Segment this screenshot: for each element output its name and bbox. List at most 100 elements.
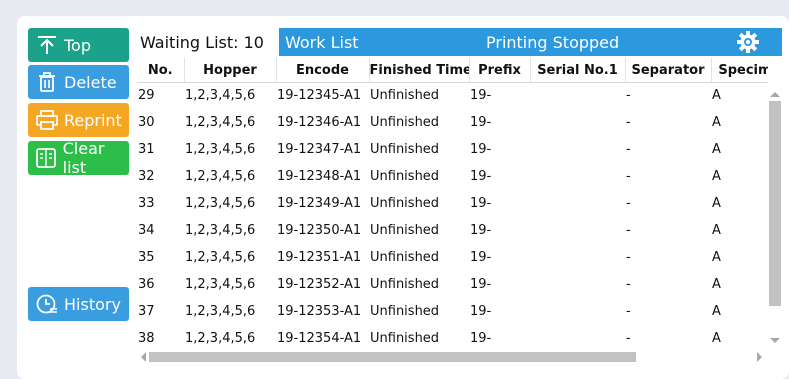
cell-serial-no1	[530, 271, 625, 298]
delete-button[interactable]: Delete	[28, 65, 129, 99]
cell-separator: -	[626, 115, 631, 130]
scroll-down-arrow-icon[interactable]	[769, 337, 781, 345]
cell-specimen: A	[712, 331, 721, 346]
cell-hopper: 1,2,3,4,5,6	[185, 304, 256, 319]
cell-specimen: A	[712, 304, 721, 319]
table-row[interactable]: 32 1,2,3,4,5,6 19-12348-A1 Unfinished 19- - A	[137, 163, 768, 190]
table-row[interactable]: 35 1,2,3,4,5,6 19-12351-A1 Unfinished 19- - A	[137, 244, 768, 271]
cell-separator: -	[626, 331, 631, 346]
cell-prefix: 19-	[470, 115, 492, 130]
cell-finished-time: Unfinished	[370, 88, 440, 103]
cell-specimen: A	[712, 88, 721, 103]
cell-separator: -	[626, 223, 631, 238]
cell-separator: -	[626, 169, 631, 184]
history-label: History	[64, 294, 121, 314]
cell-encode: 19-12350-A1	[277, 223, 362, 238]
table-header-row: No. Hopper Encode Finished Time Prefix S…	[137, 58, 768, 82]
work-list-header: Work List Printing Stopped	[279, 28, 782, 56]
cell-no: 38	[138, 331, 155, 346]
cell-no: 31	[138, 142, 155, 157]
table-row[interactable]: 36 1,2,3,4,5,6 19-12352-A1 Unfinished 19- - A	[137, 271, 768, 298]
cell-no: 34	[138, 223, 155, 238]
cell-prefix: 19-	[470, 142, 492, 157]
gear-icon[interactable]	[737, 31, 759, 53]
cell-no: 33	[138, 196, 155, 211]
cell-specimen: A	[712, 142, 721, 157]
horizontal-scrollbar[interactable]	[137, 349, 768, 363]
cell-encode: 19-12346-A1	[277, 115, 362, 130]
cell-hopper: 1,2,3,4,5,6	[185, 115, 256, 130]
clear-list-button[interactable]: Clear list	[28, 139, 129, 177]
cell-serial-no1	[530, 298, 625, 325]
cell-finished-time: Unfinished	[370, 115, 440, 130]
column-header-encode[interactable]: Encode	[276, 58, 370, 82]
table-row[interactable]: 34 1,2,3,4,5,6 19-12350-A1 Unfinished 19- - A	[137, 217, 768, 244]
reprint-button[interactable]: Reprint	[28, 103, 129, 137]
cell-hopper: 1,2,3,4,5,6	[185, 331, 256, 346]
cell-specimen: A	[712, 115, 721, 130]
cell-serial-no1	[530, 163, 625, 190]
cell-finished-time: Unfinished	[370, 142, 440, 157]
cell-prefix: 19-	[470, 277, 492, 292]
cell-prefix: 19-	[470, 331, 492, 346]
cell-hopper: 1,2,3,4,5,6	[185, 196, 256, 211]
header-divider	[137, 82, 768, 83]
scroll-up-arrow-icon[interactable]	[769, 90, 781, 98]
clear-list-label: Clear list	[62, 139, 105, 177]
table-row[interactable]: 30 1,2,3,4,5,6 19-12346-A1 Unfinished 19- - A	[137, 109, 768, 136]
column-header-separator[interactable]: Separator	[625, 58, 712, 82]
cell-specimen: A	[712, 250, 721, 265]
scroll-right-arrow-icon[interactable]	[756, 351, 764, 363]
clear-list-icon	[35, 147, 58, 169]
vertical-scrollbar[interactable]	[768, 87, 782, 349]
printing-status: Printing Stopped	[486, 33, 620, 52]
cell-serial-no1	[530, 109, 625, 136]
cell-serial-no1	[530, 136, 625, 163]
cell-separator: -	[626, 304, 631, 319]
cell-serial-no1	[530, 325, 625, 350]
cell-separator: -	[626, 250, 631, 265]
table-row[interactable]: 29 1,2,3,4,5,6 19-12345-A1 Unfinished 19- - A	[137, 82, 768, 109]
cell-separator: -	[626, 142, 631, 157]
waiting-list-count: Waiting List: 10	[140, 33, 264, 52]
column-header-prefix[interactable]: Prefix	[469, 58, 531, 82]
cell-hopper: 1,2,3,4,5,6	[185, 250, 256, 265]
table-row[interactable]: 37 1,2,3,4,5,6 19-12353-A1 Unfinished 19- - A	[137, 298, 768, 325]
cell-separator: -	[626, 277, 631, 292]
column-header-finished-time[interactable]: Finished Time	[369, 58, 470, 82]
top-button[interactable]: Top	[28, 28, 129, 62]
cell-finished-time: Unfinished	[370, 196, 440, 211]
cell-hopper: 1,2,3,4,5,6	[185, 223, 256, 238]
cell-specimen: A	[712, 277, 721, 292]
printer-icon	[35, 109, 59, 131]
scroll-left-arrow-icon[interactable]	[139, 351, 147, 363]
cell-no: 29	[138, 88, 155, 103]
cell-finished-time: Unfinished	[370, 304, 440, 319]
column-header-no[interactable]: No.	[137, 58, 185, 82]
trash-icon	[35, 71, 59, 93]
cell-no: 35	[138, 250, 155, 265]
cell-encode: 19-12351-A1	[277, 250, 362, 265]
table-row[interactable]: 31 1,2,3,4,5,6 19-12347-A1 Unfinished 19- - A	[137, 136, 768, 163]
cell-specimen: A	[712, 223, 721, 238]
column-header-hopper[interactable]: Hopper	[184, 58, 277, 82]
work-list-table: No. Hopper Encode Finished Time Prefix S…	[137, 58, 768, 350]
horizontal-scroll-thumb[interactable]	[149, 352, 636, 362]
cell-hopper: 1,2,3,4,5,6	[185, 277, 256, 292]
cell-no: 37	[138, 304, 155, 319]
cell-encode: 19-12354-A1	[277, 331, 362, 346]
table-row[interactable]: 33 1,2,3,4,5,6 19-12349-A1 Unfinished 19- - A	[137, 190, 768, 217]
table-row[interactable]: 38 1,2,3,4,5,6 19-12354-A1 Unfinished 19- - A	[137, 325, 768, 350]
cell-specimen: A	[712, 196, 721, 211]
cell-separator: -	[626, 88, 631, 103]
column-header-specimen[interactable]: Specimen	[711, 58, 768, 82]
cell-prefix: 19-	[470, 304, 492, 319]
cell-prefix: 19-	[470, 250, 492, 265]
work-list-title: Work List	[285, 33, 359, 52]
cell-serial-no1	[530, 82, 625, 109]
history-button[interactable]: History	[28, 287, 129, 321]
cell-encode: 19-12348-A1	[277, 169, 362, 184]
cell-no: 32	[138, 169, 155, 184]
column-header-serial-no1[interactable]: Serial No.1	[530, 58, 626, 82]
vertical-scroll-thumb[interactable]	[769, 101, 781, 306]
